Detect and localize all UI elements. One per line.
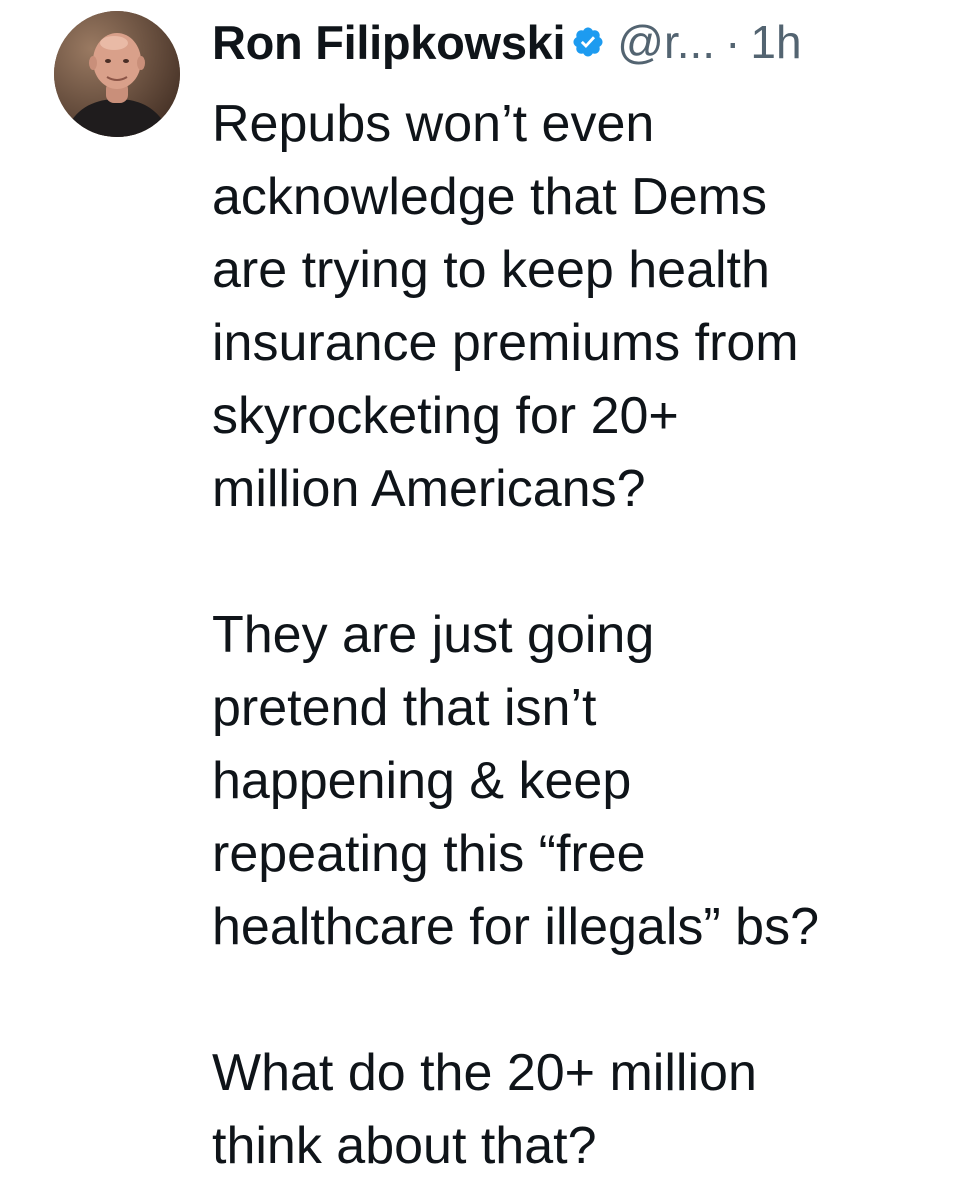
- text-line: Repubs won’t even: [212, 95, 655, 153]
- tweet-paragraph: They are just going pretend that isn’t h…: [212, 599, 942, 964]
- timestamp[interactable]: 1h: [750, 15, 801, 69]
- text-line: million Americans?: [212, 460, 646, 518]
- tweet-header: Ron Filipkowski @r... · 1h: [212, 10, 932, 74]
- text-line: acknowledge that Dems: [212, 168, 767, 226]
- verified-badge-icon: [571, 25, 605, 59]
- paragraph-break: [212, 964, 942, 1037]
- text-line: repeating this “free: [212, 825, 646, 883]
- text-line: insurance premiums from: [212, 314, 799, 372]
- handle[interactable]: @r...: [617, 15, 715, 69]
- text-line: are trying to keep health: [212, 241, 770, 299]
- text-line: pretend that isn’t: [212, 679, 597, 737]
- text-line: healthcare for illegals” bs?: [212, 898, 819, 956]
- tweet[interactable]: Ron Filipkowski @r... · 1h Repubs won’t …: [0, 0, 960, 1195]
- text-line: skyrocketing for 20+: [212, 387, 679, 445]
- avatar-photo: [54, 11, 180, 137]
- separator-dot: ·: [725, 16, 741, 68]
- text-line: They are just going: [212, 606, 655, 664]
- display-name[interactable]: Ron Filipkowski: [212, 15, 566, 70]
- tweet-paragraph: What do the 20+ million think about that…: [212, 1037, 942, 1183]
- text-line: What do the 20+ million: [212, 1044, 757, 1102]
- tweet-paragraph: Repubs won’t even acknowledge that Dems …: [212, 88, 942, 526]
- tweet-text: Repubs won’t even acknowledge that Dems …: [212, 88, 942, 1183]
- text-line: happening & keep: [212, 752, 632, 810]
- paragraph-break: [212, 526, 942, 599]
- avatar[interactable]: [54, 11, 180, 137]
- text-line: think about that?: [212, 1117, 597, 1175]
